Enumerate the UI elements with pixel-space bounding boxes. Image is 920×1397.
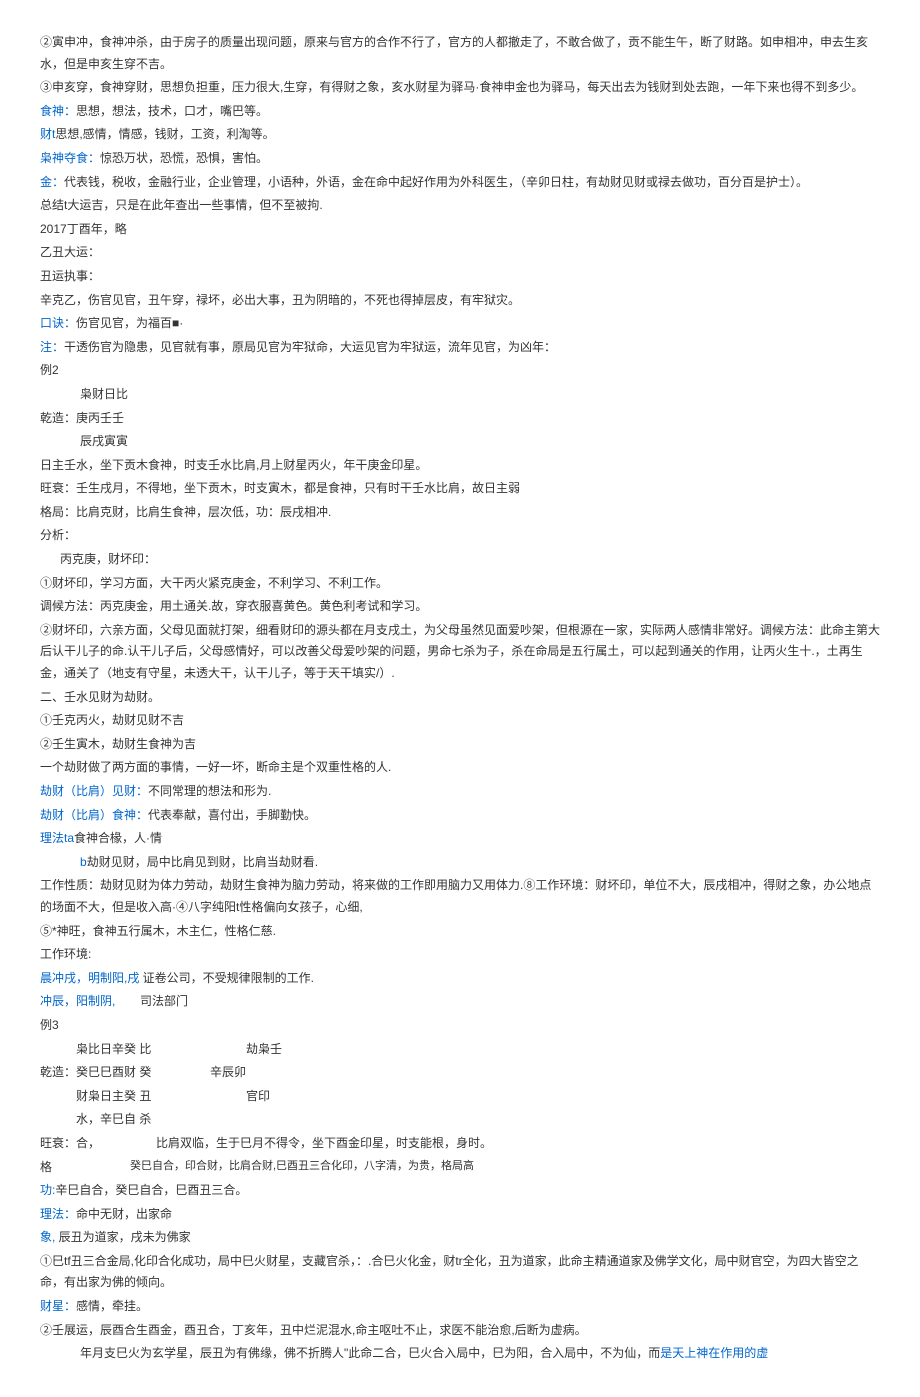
para-6: 金：代表钱，税收，金融行业，企业管理，小语种，外语，金在命中起好作用为外科医生，… xyxy=(40,172,880,194)
para-29: 一个劫财做了两方面的事情，一好一坏，断命主是个双重性格的人. xyxy=(40,757,880,779)
label-caixing: 财星： xyxy=(40,1299,76,1313)
label-jiecai-jiancai: 劫财（比肩）见财： xyxy=(40,784,148,798)
para-31: 劫财（比肩）食神：代表奉献，喜付出，手脚勤快。 xyxy=(40,805,880,827)
text-lifa-a: 食神合椽，人·情 xyxy=(74,831,162,845)
para-26: 二、壬水见财为劫财。 xyxy=(40,687,880,709)
para-42: ①巳tf丑三合金局,化印合化成功，局中巳火财星，支藏官杀，：.合巳火化金，财tr… xyxy=(40,1251,880,1294)
para-34: 工作性质：劫财见财为体力劳动，劫财生食神为脑力劳动，将来做的工作即用脑力又用体力… xyxy=(40,875,880,918)
text-lifa2: 命中无财，出家命 xyxy=(76,1207,172,1221)
label-chongchen: 冲辰，阳制阴, xyxy=(40,991,140,1013)
para-32: 理法ta食神合椽，人·情 xyxy=(40,828,880,850)
para-1: ②寅申冲，食神冲杀，由于房子的质量出现问题，原来与官方的合作不行了，官方的人都撤… xyxy=(40,32,880,75)
para-19: 旺衰：壬生戌月，不得地，坐下贡木，时支寅木，都是食神，只有时干壬水比肩，故日主弱 xyxy=(40,478,880,500)
para-24: 调候方法：丙克庚金，用土通关.故，穿衣服喜黄色。黄色利考试和学习。 xyxy=(40,596,880,618)
row2-label: 乾造： xyxy=(40,1062,76,1084)
para-13: 注：干透伤官为隐患，见官就有事，原局见官为牢狱命，大运见官为牢狱运，流年见官，为… xyxy=(40,337,880,359)
label-lifa-b: b xyxy=(80,855,87,869)
para-35: ⑤*神旺，食神五行属木，木主仁，性格仁慈. xyxy=(40,921,880,943)
para-38: 冲辰，阳制阴,司法部门 xyxy=(40,991,880,1013)
label-shishen: 食神： xyxy=(40,104,76,118)
para-10: 丑运执事： xyxy=(40,266,880,288)
row1-c2: 劫枭壬 xyxy=(246,1039,282,1061)
label-lifa-a: 理法ta xyxy=(40,831,74,845)
label-jiecai-shishen: 劫财（比肩）食神： xyxy=(40,808,148,822)
row5-label: 旺衰： xyxy=(40,1133,76,1155)
label-koujue: 口诀： xyxy=(40,316,76,330)
label-jin: 金： xyxy=(40,175,64,189)
label-chenchongxu: 晨冲戌，明制阳,戌 xyxy=(40,971,139,985)
row7-text: 辛巳自合，癸巳自合，巳酉丑三合。 xyxy=(55,1183,247,1197)
para-22: 丙克庚，财坏印： xyxy=(40,549,880,571)
text-zhu: 干透伤官为隐患，见官就有事，原局见官为牢狱命，大运见官为牢狱运，流年见官，为凶年… xyxy=(64,340,556,354)
text-chenchongxu: 证卷公司，不受规律限制的工作. xyxy=(139,971,314,985)
para-37: 晨冲戌，明制阳,戌 证卷公司，不受规律限制的工作. xyxy=(40,968,880,990)
row5-c1: 合， xyxy=(76,1133,156,1155)
para-5: 枭神夺食：惊恐万状，恐慌，恐惧，害怕。 xyxy=(40,148,880,170)
row3-c2: 官印 xyxy=(246,1086,270,1108)
para-27: ①壬克丙火，劫财见财不吉 xyxy=(40,710,880,732)
para-16: 乾造：庚丙壬壬 xyxy=(40,408,880,430)
text-45a: 年月支巳火为玄学星，辰丑为有佛缘，佛不折腾人"此命二合，巳火合入局中，巳为阳，合… xyxy=(80,1346,660,1360)
text-shishen: 思想，想法，技术，口才，嘴巴等。 xyxy=(76,104,268,118)
para-18: 日主壬水，坐下贡木食神，时支壬水比肩,月上财星丙火，年干庚金印星。 xyxy=(40,455,880,477)
para-44: ②壬展运，辰酉合生酉金，酉丑合，丁亥年，丑中烂泥混水,命主呕吐不止，求医不能治愈… xyxy=(40,1320,880,1342)
para-41: 象, 辰丑为道家，戌未为佛家 xyxy=(40,1227,880,1249)
para-30: 劫财（比肩）见财：不同常理的想法和形为. xyxy=(40,781,880,803)
text-xiaoshen: 惊恐万状，恐慌，恐惧，害怕。 xyxy=(100,151,268,165)
text-caixing: 感情，牵挂。 xyxy=(76,1299,148,1313)
row2-c2: 辛辰卯 xyxy=(210,1062,246,1084)
para-11: 辛克乙，伤官见官，丑午穿，禄坏，必出大事，丑为阴暗的，不死也得掉层皮，有牢狱灾。 xyxy=(40,290,880,312)
row2-c1: 癸巳巳酉财 癸 xyxy=(76,1062,210,1084)
para-21: 分析： xyxy=(40,525,880,547)
para-15: 枭财日比 xyxy=(40,384,880,406)
para-36: 工作环境: xyxy=(40,944,880,966)
text-koujue: 伤官见官，为福百■· xyxy=(76,316,183,330)
row5-c2: 比肩双临，生于巳月不得令，坐下酉金印星，时支能根，身时。 xyxy=(156,1133,492,1155)
row6-text: 癸巳自合，印合财，比肩合财,巳酉丑三合化印，八字清，为贵，格局高 xyxy=(130,1157,474,1179)
para-40: 理法：命中无财，出家命 xyxy=(40,1204,880,1226)
row1-c1: 枭比日辛癸 比 xyxy=(40,1039,246,1061)
row-5: 旺衰：合，比肩双临，生于巳月不得令，坐下酉金印星，时支能根，身时。 xyxy=(40,1133,880,1155)
text-jin: 代表钱，税收，金融行业，企业管理，小语种，外语，金在命中起好作用为外科医生，（辛… xyxy=(64,175,808,189)
text-jiecai-jiancai: 不同常理的想法和形为. xyxy=(148,784,271,798)
text-xiang: 辰丑为道家，戌未为佛家 xyxy=(55,1230,190,1244)
para-8: 2017丁酉年，略 xyxy=(40,219,880,241)
text-cai: 思想,感情，情感，钱财，工资，利淘等。 xyxy=(55,127,274,141)
row-2: 乾造：癸巳巳酉财 癸辛辰卯 xyxy=(40,1062,880,1084)
para-9: 乙丑大运： xyxy=(40,242,880,264)
row-4: 水，辛巳自 杀 xyxy=(40,1109,880,1131)
para-43: 财星：感情，牵挂。 xyxy=(40,1296,880,1318)
para-4: 财t思想,感情，情感，钱财，工资，利淘等。 xyxy=(40,124,880,146)
para-20: 格局：比肩克财，比肩生食神，层次低，功：辰戌相冲. xyxy=(40,502,880,524)
label-xiaoshen: 枭神夺食： xyxy=(40,151,100,165)
para-14: 例2 xyxy=(40,360,880,382)
para-25: ②财坏印，六亲方面，父母见面就打架，细看财印的源头都在月支戌土，为父母虽然见面爱… xyxy=(40,620,880,685)
text-lifa-b: 劫财见财，局中比肩见到财，比肩当劫财看. xyxy=(87,855,318,869)
para-28: ②壬生寅木，劫财生食神为吉 xyxy=(40,734,880,756)
para-17: 辰戌寅寅 xyxy=(40,431,880,453)
row-6: 格癸巳自合，印合财，比肩合财,巳酉丑三合化印，八字清，为贵，格局高 xyxy=(40,1157,880,1179)
label-cai: 财t xyxy=(40,127,55,141)
text-jiecai-shishen: 代表奉献，喜付出，手脚勤快。 xyxy=(148,808,316,822)
row7-label: 功: xyxy=(40,1183,55,1197)
row-3: 财枭日主癸 丑官印 xyxy=(40,1086,880,1108)
para-45: 年月支巳火为玄学星，辰丑为有佛缘，佛不折腾人"此命二合，巳火合入局中，巳为阳，合… xyxy=(40,1343,880,1365)
row-7: 功:辛巳自合，癸巳自合，巳酉丑三合。 xyxy=(40,1180,880,1202)
text-chongchen: 司法部门 xyxy=(140,991,188,1013)
label-lifa2: 理法： xyxy=(40,1207,76,1221)
row-1: 枭比日辛癸 比劫枭壬 xyxy=(40,1039,880,1061)
para-33: b劫财见财，局中比肩见到财，比肩当劫财看. xyxy=(40,852,880,874)
para-2: ③申亥穿，食神穿财，思想负担重，压力很大,生穿，有得财之象，亥水财星为驿马·食神… xyxy=(40,77,880,99)
row6-label: 格 xyxy=(40,1157,130,1179)
para-23: ①财坏印，学习方面，大干丙火紧克庚金，不利学习、不利工作。 xyxy=(40,573,880,595)
para-39: 例3 xyxy=(40,1015,880,1037)
para-12: 口诀：伤官见官，为福百■· xyxy=(40,313,880,335)
para-7: 总结t大运吉，只是在此年查出一些事情，但不至被拘. xyxy=(40,195,880,217)
para-3: 食神：思想，想法，技术，口才，嘴巴等。 xyxy=(40,101,880,123)
label-xiang: 象, xyxy=(40,1230,55,1244)
text-45b: 是天上神在作用的虚 xyxy=(660,1346,768,1360)
label-zhu: 注： xyxy=(40,340,64,354)
row3-c1: 财枭日主癸 丑 xyxy=(40,1086,246,1108)
